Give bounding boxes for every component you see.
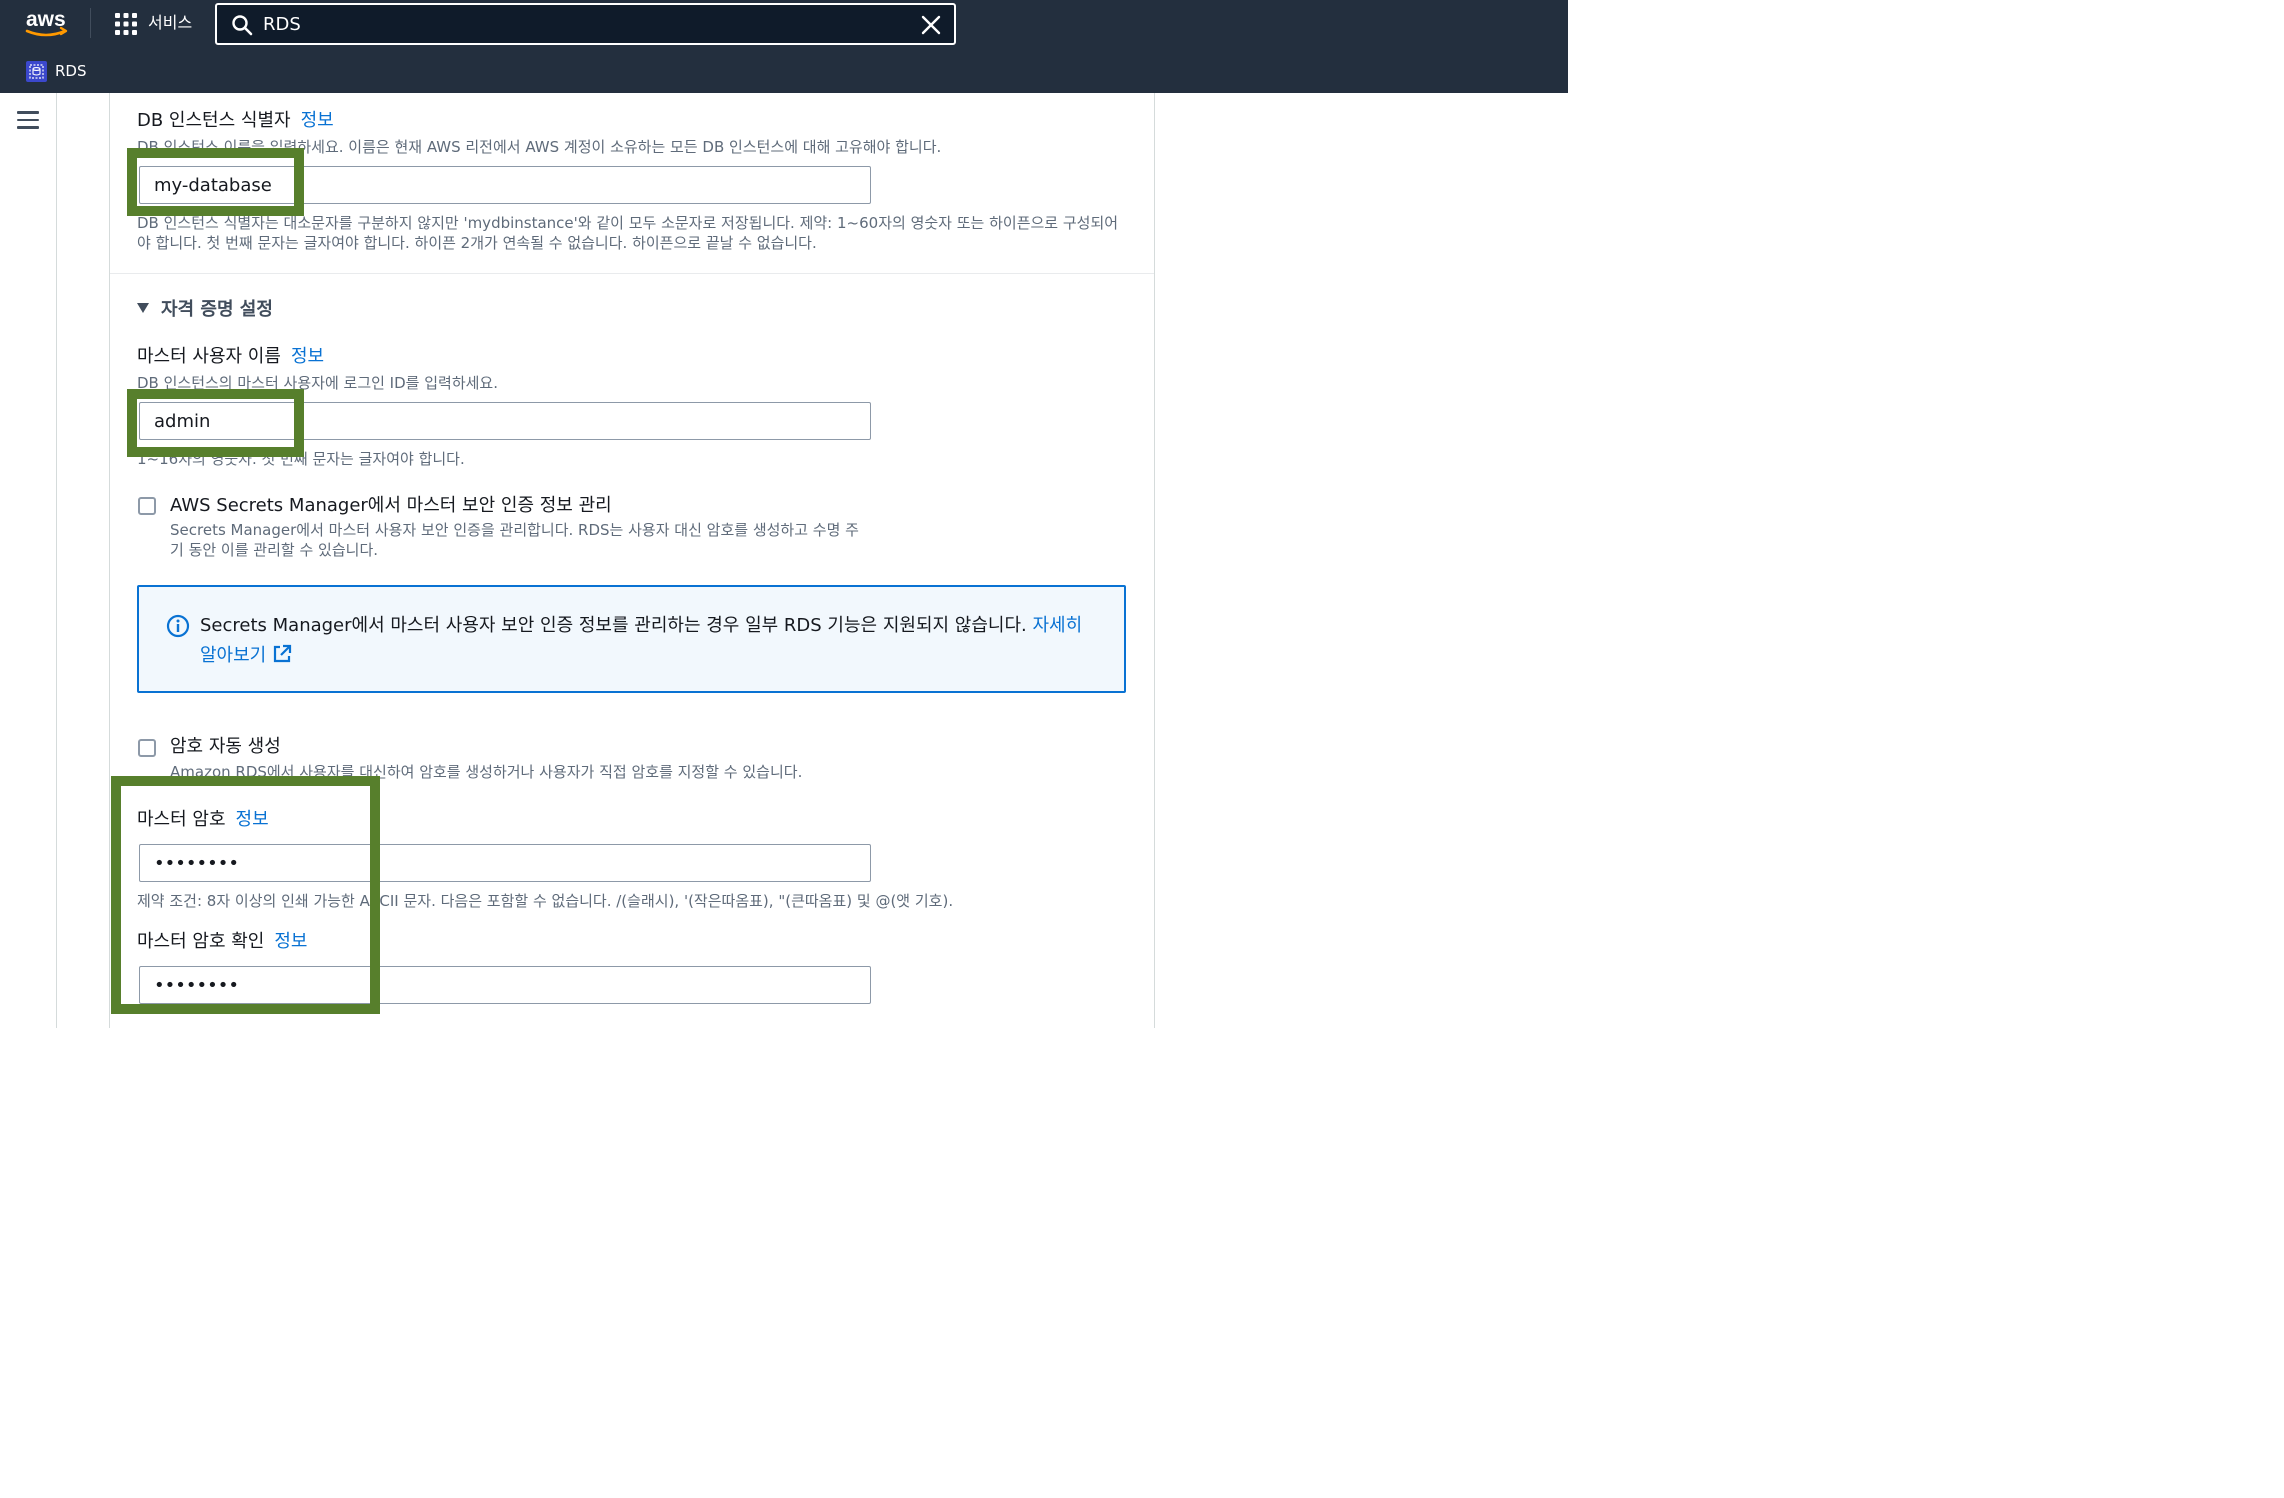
nav-divider [90,8,91,38]
secrets-manager-description: Secrets Manager에서 마스터 사용자 보안 인증을 관리합니다. … [170,521,859,559]
auto-generate-password-checkbox[interactable] [138,739,156,757]
aws-logo[interactable]: aws [24,6,72,40]
db-identifier-constraint: DB 인스턴스 식별자는 대소문자를 구분하지 않지만 'mydbinstanc… [137,214,1119,252]
master-username-label: 마스터 사용자 이름 정보 [137,345,324,369]
master-password-field[interactable] [139,844,871,882]
master-username-label-text: 마스터 사용자 이름 [137,346,281,367]
master-password-label-text: 마스터 암호 [137,809,226,830]
master-username-description: DB 인스턴스의 마스터 사용자에 로그인 ID를 입력하세요. [137,374,498,392]
confirm-password-label-text: 마스터 암호 확인 [137,931,265,952]
clear-search-icon[interactable] [920,14,942,36]
alert-message-text: Secrets Manager에서 마스터 사용자 보안 인증 정보를 관리하는… [200,615,1027,636]
master-username-info-link[interactable]: 정보 [291,346,324,367]
confirm-password-label: 마스터 암호 확인 정보 [137,930,308,954]
db-identifier-description: DB 인스턴스 이름을 입력하세요. 이름은 현재 AWS 리전에서 AWS 계… [137,138,942,156]
master-username-constraint: 1~16자의 영숫자. 첫 번째 문자는 글자여야 합니다. [137,450,465,468]
confirm-password-field[interactable] [139,966,871,1004]
external-link-icon[interactable] [272,644,292,664]
secrets-manager-label[interactable]: AWS Secrets Manager에서 마스터 보안 인증 정보 관리 [170,494,612,518]
secrets-manager-info-alert: Secrets Manager에서 마스터 사용자 보안 인증 정보를 관리하는… [137,585,1126,693]
master-password-constraint: 제약 조건: 8자 이상의 인쇄 가능한 ASCII 문자. 다음은 포함할 수… [137,892,954,910]
confirm-password-info-link[interactable]: 정보 [274,931,307,952]
db-identifier-input[interactable] [140,167,870,203]
search-input[interactable] [263,10,883,38]
search-box[interactable] [215,3,956,45]
secrets-manager-checkbox[interactable] [138,497,156,515]
rds-service-icon [26,61,47,82]
info-icon [166,614,190,638]
credentials-section-toggle[interactable]: 자격 증명 설정 [137,298,273,322]
master-password-label: 마스터 암호 정보 [137,808,269,832]
db-identifier-label-text: DB 인스턴스 식별자 [137,110,291,131]
master-password-info-link[interactable]: 정보 [236,809,269,830]
confirm-password-input[interactable] [140,967,870,1003]
svg-text:aws: aws [26,8,66,31]
breadcrumb-rds[interactable]: RDS [55,61,87,82]
credentials-section-title: 자격 증명 설정 [161,299,273,320]
master-username-field[interactable] [139,402,871,440]
db-identifier-label: DB 인스턴스 식별자 정보 [137,109,334,133]
auto-generate-password-label[interactable]: 암호 자동 생성 [170,735,281,759]
master-password-input[interactable] [140,845,870,881]
auto-generate-password-description: Amazon RDS에서 사용자를 대신하여 암호를 생성하거나 사용자가 직접… [170,763,803,781]
menu-icon[interactable] [17,111,39,129]
master-username-input[interactable] [140,403,870,439]
services-grid-icon[interactable] [114,12,138,36]
caret-down-icon [137,303,149,313]
search-icon [232,15,253,36]
side-rail [0,93,57,1028]
db-identifier-info-link[interactable]: 정보 [301,110,334,131]
services-menu-label[interactable]: 서비스 [148,12,192,34]
section-divider [110,273,1154,274]
db-identifier-field[interactable] [139,166,871,204]
alert-message: Secrets Manager에서 마스터 사용자 보안 인증 정보를 관리하는… [200,611,1100,671]
top-navigation-bar: aws 서비스 RDS [0,0,1568,93]
